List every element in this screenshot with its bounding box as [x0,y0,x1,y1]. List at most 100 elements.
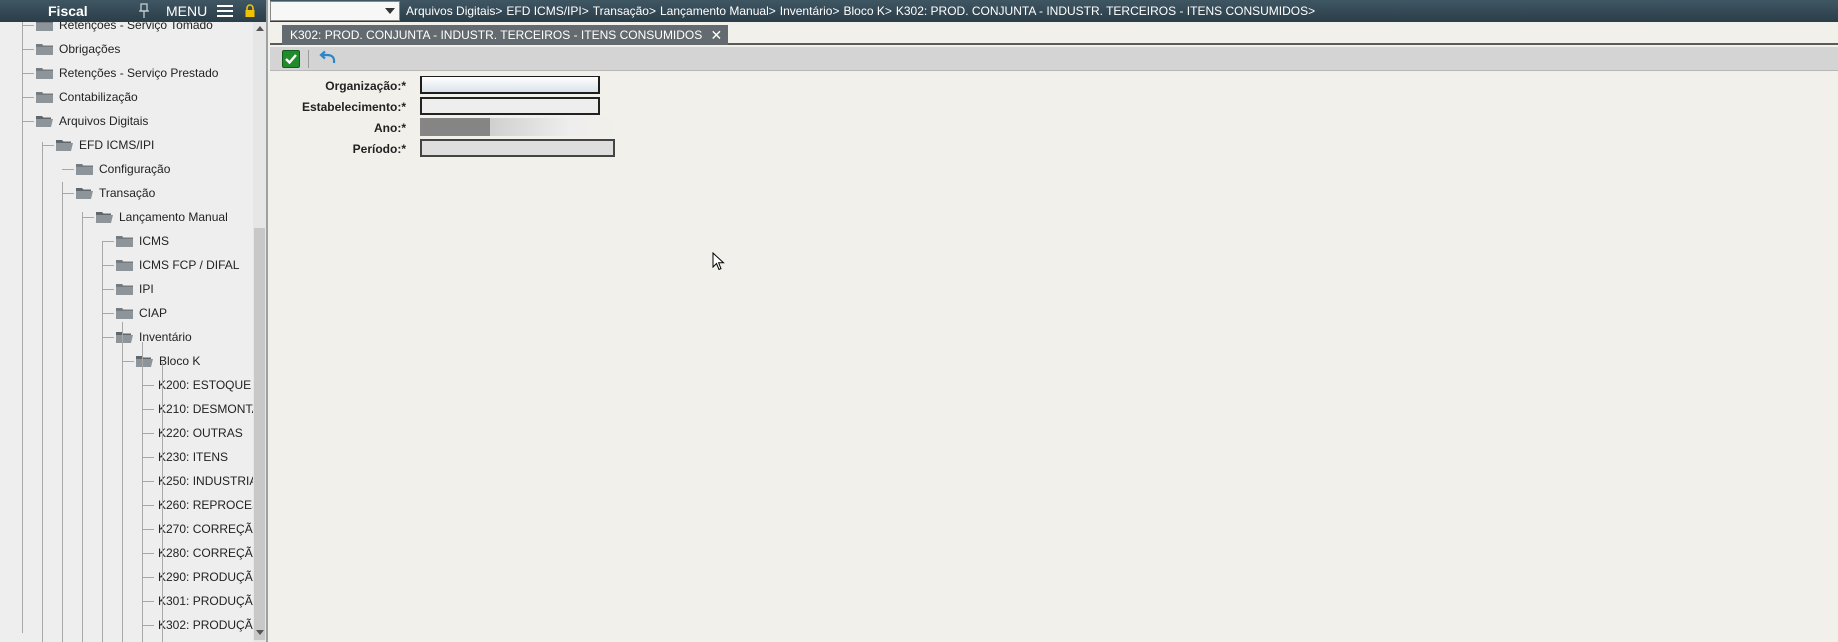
scroll-up-icon[interactable] [256,26,264,31]
scrollbar-thumb[interactable] [254,228,265,640]
breadcrumb-item[interactable]: K302: PROD. CONJUNTA - INDUSTR. TERCEIRO… [896,4,1315,18]
tree-connector [142,553,154,554]
tree-connector [22,73,34,74]
scroll-down-icon[interactable] [256,630,264,635]
tree-item-label: K230: ITENS [158,450,229,464]
tree-connector [22,121,34,122]
tree-item[interactable]: Obrigações [36,37,120,61]
tree-scrollbar[interactable] [253,22,266,642]
tree-item[interactable]: K210: DESMONTAGEM [158,397,254,421]
tree-item[interactable]: Retenções - Serviço Tomado [36,22,213,37]
lock-icon[interactable] [244,4,256,18]
tree-connector [142,457,154,458]
tree-item-label: K260: REPROCESSAMENTO [158,498,254,512]
tree-connector [142,385,154,386]
tree-item-label: Configuração [99,162,171,176]
tree-item[interactable]: ICMS [116,229,169,253]
tree-item[interactable]: Inventário [116,325,192,349]
tree-item-label: K280: CORREÇÃO [158,546,254,560]
menu-tree: Retenções - Serviço Tomado Obrigações Rete… [0,22,254,642]
tree-connector [142,481,154,482]
organizacao-select[interactable] [420,76,600,94]
tree-connector [62,169,74,170]
tree-connector [142,529,154,530]
tree-item[interactable]: K280: CORREÇÃO [158,541,254,565]
tree-item[interactable]: CIAP [116,301,167,325]
tree-item[interactable]: Retenções - Serviço Prestado [36,61,218,85]
breadcrumb-item[interactable]: EFD ICMS/IPI> [506,4,588,18]
breadcrumb-item[interactable]: Bloco K> [843,4,891,18]
tree-item-label: Inventário [139,330,192,344]
tree-item-label: K301: PRODUÇÃO [158,594,254,608]
tree-item[interactable]: K301: PRODUÇÃO [158,589,254,613]
module-header: Fiscal MENU [0,0,266,22]
periodo-field[interactable] [420,139,615,157]
tree-item-label: K270: CORREÇÃO [158,522,254,536]
tree-item[interactable]: ICMS FCP / DIFAL [116,253,239,277]
tree-item[interactable]: Bloco K [136,349,200,373]
tab-label: K302: PROD. CONJUNTA - INDUSTR. TERCEIRO… [290,28,703,42]
tree-item-label: Lançamento Manual [119,210,228,224]
tree-item-label: IPI [139,282,154,296]
tree-connector [102,265,114,266]
tree-item[interactable]: Configuração [76,157,170,181]
tree-connector [142,433,154,434]
tree-item-label: K200: ESTOQUE [158,378,252,392]
tree-connector [122,361,134,362]
tab-k302[interactable]: K302: PROD. CONJUNTA - INDUSTR. TERCEIRO… [282,25,729,45]
ano-field[interactable] [420,118,620,136]
tree-item-label: K250: INDUSTRIALIZAÇÃO [158,474,254,488]
tree-item[interactable]: K200: ESTOQUE [158,373,251,397]
tree-connector [142,505,154,506]
tree-guide-line [22,22,23,633]
tree-guide-line [162,362,163,642]
tree-item[interactable]: K302: PRODUÇÃO [158,613,254,637]
tree-connector [102,337,114,338]
estabelecimento-select[interactable] [420,97,600,115]
tree-item[interactable]: K290: PRODUÇÃO [158,565,254,589]
tree-item-label: K302: PRODUÇÃO [158,618,254,632]
periodo-label: Período:* [352,142,406,156]
tree-item[interactable]: Arquivos Digitais [36,109,148,133]
tree-item-label: Obrigações [59,42,121,56]
tab-bar: K302: PROD. CONJUNTA - INDUSTR. TERCEIRO… [270,22,1838,45]
tree-connector [142,577,154,578]
confirm-button[interactable] [282,50,300,68]
breadcrumb-item[interactable]: Transação> [593,4,656,18]
tree-guide-line [42,142,43,642]
tree-item-label: Contabilização [59,90,138,104]
tree-connector [22,49,34,50]
toolbar [270,47,1838,71]
tree-item-label: K210: DESMONTAGEM [158,402,254,416]
tree-item[interactable]: K250: INDUSTRIALIZAÇÃO [158,469,254,493]
breadcrumb-item[interactable]: Inventário> [780,4,840,18]
tree-connector [102,241,114,242]
tree-item[interactable]: IPI [116,277,154,301]
tree-guide-line [82,212,83,642]
close-icon[interactable]: ✕ [711,25,723,45]
menu-label[interactable]: MENU [166,3,207,19]
tree-guide-line [62,182,63,642]
tree-connector [22,97,34,98]
tree-item[interactable]: K220: OUTRAS [158,421,243,445]
breadcrumb-item[interactable]: Lançamento Manual> [660,4,776,18]
tree-item-label: Bloco K [159,354,201,368]
tree-item[interactable]: EFD ICMS/IPI [56,133,154,157]
tree-item[interactable]: K270: CORREÇÃO [158,517,254,541]
tree-item-label: ICMS FCP / DIFAL [139,258,240,272]
hamburger-menu-icon[interactable] [217,5,233,18]
tree-item[interactable]: Lançamento Manual [96,205,228,229]
tree-item[interactable]: K260: REPROCESSAMENTO [158,493,254,517]
breadcrumb-item[interactable]: Arquivos Digitais> [406,4,502,18]
undo-back-icon[interactable] [318,50,338,68]
tree-item[interactable]: K230: ITENS [158,445,228,469]
pin-icon[interactable] [138,3,150,19]
tree-item[interactable]: Transação [76,181,155,205]
estabelecimento-label: Estabelecimento:* [301,100,406,114]
module-title: Fiscal [48,3,88,19]
checkmark-icon [285,54,297,65]
tree-item[interactable]: Contabilização [36,85,138,109]
breadcrumb: Arquivos Digitais> EFD ICMS/IPI> Transação… [406,4,1319,18]
context-dropdown[interactable] [270,1,400,21]
chevron-down-icon[interactable] [385,8,395,14]
